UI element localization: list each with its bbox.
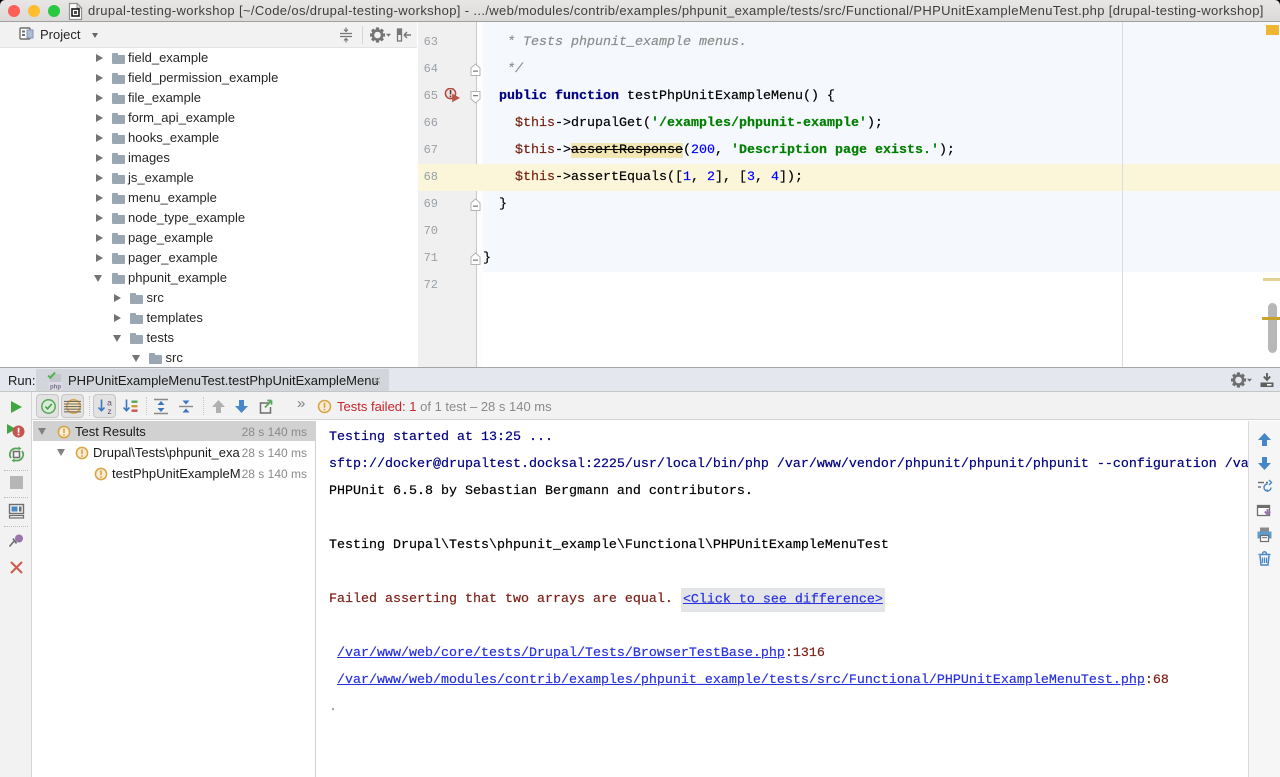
svg-text:z: z: [107, 406, 111, 415]
svg-text:php: php: [50, 384, 61, 390]
